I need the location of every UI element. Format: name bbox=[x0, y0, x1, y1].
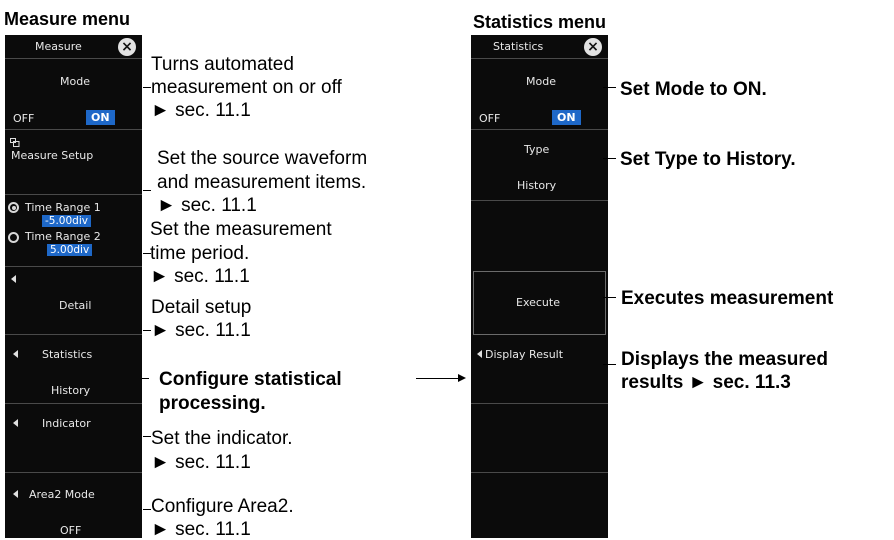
annotation-indicator-line2: ► sec. 11.1 bbox=[151, 452, 251, 473]
annotation-indicator-line1: Set the indicator. bbox=[151, 428, 293, 449]
annotation-setup-line3: ► sec. 11.1 bbox=[157, 195, 257, 216]
measure-mode-off: OFF bbox=[13, 112, 35, 125]
time-range1-value[interactable]: -5.00div bbox=[42, 215, 91, 227]
submenu-arrow-icon bbox=[13, 350, 18, 358]
area2-mode-label: Area2 Mode bbox=[29, 488, 95, 501]
annotation-area2-line2: ► sec. 11.1 bbox=[151, 519, 251, 540]
execute-button[interactable]: Execute bbox=[473, 271, 606, 335]
measure-panel-title: Measure bbox=[35, 40, 82, 53]
annotation-stats-line1: Configure statistical bbox=[159, 369, 342, 390]
close-icon[interactable]: × bbox=[584, 38, 602, 56]
indicator-label: Indicator bbox=[42, 417, 91, 430]
annotation-area2-line1: Configure Area2. bbox=[151, 496, 294, 517]
measure-setup-button[interactable]: Measure Setup bbox=[5, 130, 142, 198]
statistics-value: History bbox=[51, 384, 91, 397]
stats-mode-off: OFF bbox=[479, 112, 501, 125]
area2-mode-value: OFF bbox=[60, 524, 82, 537]
stats-type-value: History bbox=[517, 179, 557, 192]
arrow-right-icon bbox=[458, 374, 466, 382]
annotation-mode-line1: Turns automated bbox=[151, 54, 294, 75]
annotation-stats-line2: processing. bbox=[159, 393, 266, 414]
statistics-menu-heading: Statistics menu bbox=[473, 12, 607, 32]
stats-mode-button[interactable]: Mode OFF ON bbox=[471, 59, 608, 131]
time-range-section: Time Range 1 -5.00div Time Range 2 5.00d… bbox=[5, 195, 142, 267]
time-range1-radio-icon[interactable] bbox=[8, 202, 19, 213]
annotation-setup-line1: Set the source waveform bbox=[157, 148, 368, 169]
annotation-stats-type: Set Type to History. bbox=[620, 149, 796, 170]
statistics-button[interactable]: Statistics History bbox=[5, 335, 142, 405]
statistics-panel-title: Statistics bbox=[493, 40, 544, 53]
annotation-detail-line2: ► sec. 11.1 bbox=[151, 320, 251, 341]
annotation-time-line3: ► sec. 11.1 bbox=[150, 266, 250, 287]
measure-panel: Measure × Mode OFF ON Measure Setup Time… bbox=[5, 35, 142, 538]
display-result-label: Display Result bbox=[485, 348, 564, 361]
annotation-mode-line2: measurement on or off bbox=[151, 77, 342, 98]
time-range2-value[interactable]: 5.00div bbox=[47, 244, 93, 256]
submenu-icon bbox=[10, 138, 20, 147]
indicator-button[interactable]: Indicator bbox=[5, 404, 142, 474]
measure-mode-label: Mode bbox=[60, 75, 90, 88]
stats-mode-label: Mode bbox=[526, 75, 556, 88]
time-range1-label[interactable]: Time Range 1 bbox=[25, 201, 101, 214]
statistics-label: Statistics bbox=[42, 348, 93, 361]
area2-mode-button[interactable]: Area2 Mode OFF bbox=[5, 473, 142, 538]
submenu-arrow-icon bbox=[13, 419, 18, 427]
annotation-detail-line1: Detail setup bbox=[151, 297, 252, 318]
close-icon[interactable]: × bbox=[118, 38, 136, 56]
detail-label: Detail bbox=[59, 299, 92, 312]
stats-mode-on: ON bbox=[552, 110, 581, 125]
stats-type-label: Type bbox=[524, 143, 550, 156]
annotation-time-line2: time period. bbox=[150, 243, 250, 264]
measure-mode-on: ON bbox=[86, 110, 115, 125]
annotation-execute: Executes measurement bbox=[621, 288, 834, 309]
annotation-setup-line2: and measurement items. bbox=[157, 172, 367, 193]
execute-label: Execute bbox=[516, 296, 560, 309]
submenu-arrow-icon bbox=[13, 490, 18, 498]
submenu-arrow-icon bbox=[477, 350, 482, 358]
time-range2-label[interactable]: Time Range 2 bbox=[25, 230, 101, 243]
annotation-mode-line3: ► sec. 11.1 bbox=[151, 100, 251, 121]
annotation-time-line1: Set the measurement bbox=[150, 219, 332, 240]
measure-menu-heading: Measure menu bbox=[4, 9, 131, 29]
display-result-button[interactable]: Display Result bbox=[471, 335, 608, 405]
measure-setup-label: Measure Setup bbox=[11, 149, 94, 162]
time-range2-radio-icon[interactable] bbox=[8, 232, 19, 243]
submenu-arrow-icon bbox=[11, 275, 16, 283]
stats-type-button[interactable]: Type History bbox=[471, 130, 608, 202]
annotation-stats-mode: Set Mode to ON. bbox=[620, 79, 767, 100]
statistics-panel: Statistics × Mode OFF ON Type History Ex… bbox=[471, 35, 608, 538]
annotation-display-line2: results ► sec. 11.3 bbox=[621, 372, 791, 393]
annotation-display-line1: Displays the measured bbox=[621, 349, 828, 370]
